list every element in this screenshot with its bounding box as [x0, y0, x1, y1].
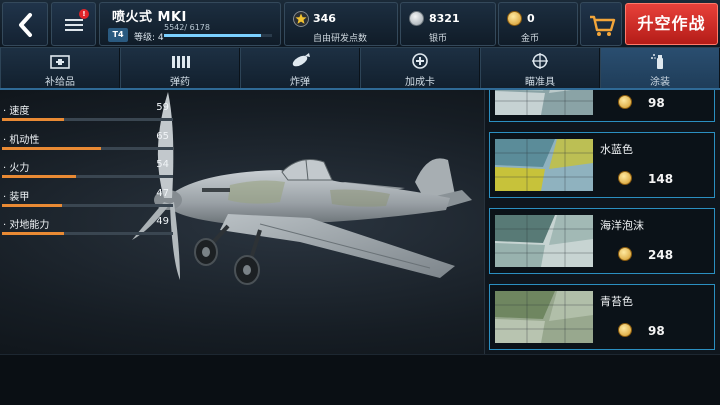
gold-panel: 0 金币 [498, 2, 578, 46]
skin-item[interactable]: 青苔色 98 [489, 284, 715, 350]
gold-coin-icon [507, 11, 522, 26]
boost-card-icon [412, 53, 428, 69]
skin-swatch [495, 139, 593, 191]
xp-progress-bar [164, 34, 272, 37]
tab-label: 炸弹 [290, 77, 310, 88]
stat-value: 54 [156, 159, 169, 170]
silver-coin-icon [409, 11, 424, 26]
stat-armor: · 装甲 47 [0, 184, 175, 213]
hangar-view: · 速度 59 · 机动性 65 · 火力 54 · 装甲 47 · 对地能力 … [0, 90, 720, 354]
tab-label: 补给品 [45, 77, 75, 88]
tier-badge: T4 [108, 28, 128, 42]
tab-label: 加成卡 [405, 77, 435, 88]
silver-value: 8321 [429, 12, 460, 25]
stat-name: · 对地能力 [3, 220, 50, 231]
tab-label: 涂装 [650, 77, 670, 88]
bottom-bar [0, 354, 720, 405]
skin-item[interactable]: 海洋泡沫 248 [489, 208, 715, 274]
tab-bombs[interactable]: 炸弹 [240, 48, 360, 88]
stat-bar-fill [2, 175, 76, 178]
crosshair-icon [532, 53, 548, 69]
stat-bar-fill [2, 232, 64, 235]
stat-name: · 装甲 [3, 191, 30, 203]
cart-icon [590, 15, 616, 36]
bomb-icon [292, 53, 310, 67]
tab-ammo[interactable]: 弹药 [120, 48, 240, 88]
skin-item[interactable]: 水蓝色 148 [489, 132, 715, 198]
skin-swatch [495, 215, 593, 267]
gold-coin-icon [618, 247, 632, 261]
gold-label: 金币 [521, 34, 540, 44]
skin-item[interactable]: 98 [489, 90, 715, 122]
skin-name: 水蓝色 [600, 143, 633, 156]
equipment-tabs: 补给品 弹药 炸弹 加成卡 瞄准具 涂装 [0, 48, 720, 90]
gold-value: 0 [527, 12, 535, 25]
tab-paint[interactable]: 涂装 [600, 48, 720, 88]
gold-coin-icon [618, 323, 632, 337]
stat-ground-attack: · 对地能力 49 [0, 212, 175, 241]
tab-sights[interactable]: 瞄准具 [480, 48, 600, 88]
research-points-label: 自由研发点数 [313, 34, 368, 44]
stat-value: 65 [156, 130, 169, 142]
research-points-value: 346 [313, 12, 336, 25]
skin-price: 248 [648, 248, 674, 262]
stat-bar [2, 232, 173, 235]
stat-bar-fill [2, 146, 102, 150]
stat-speed: · 速度 59 [0, 98, 175, 127]
skin-price: 98 [648, 324, 665, 338]
plane-info-panel: 喷火式 MKI T4 等级: 4 5542/ 6178 [99, 2, 281, 46]
menu-button[interactable]: ! [51, 2, 96, 46]
paint-spray-icon [651, 54, 663, 69]
launch-battle-button[interactable]: 升空作战 [625, 3, 718, 45]
silver-panel: 8321 银币 [400, 2, 496, 46]
tab-label: 瞄准具 [525, 77, 555, 88]
stat-firepower: · 火力 54 [0, 155, 175, 184]
stat-bar [2, 146, 173, 150]
stat-name: · 火力 [3, 163, 30, 174]
stat-name: · 速度 [3, 106, 30, 117]
skin-price: 98 [648, 96, 665, 110]
plane-stats-panel: · 速度 59 · 机动性 65 · 火力 54 · 装甲 47 · 对地能力 … [0, 98, 175, 241]
skin-name: 青苔色 [600, 295, 633, 308]
stat-name: · 机动性 [3, 134, 40, 146]
supply-crate-icon [50, 55, 70, 69]
ammo-icon [172, 56, 190, 68]
stat-bar [2, 175, 173, 178]
stat-value: 47 [156, 187, 169, 199]
tab-supplies[interactable]: 补给品 [0, 48, 120, 88]
skin-name: 海洋泡沫 [600, 219, 644, 232]
shop-cart-button[interactable] [580, 2, 622, 46]
stat-maneuverability: · 机动性 65 [0, 127, 175, 156]
stat-bar [2, 118, 173, 121]
stat-value: 59 [156, 102, 169, 113]
stat-bar-fill [2, 118, 64, 121]
tab-label: 弹药 [170, 77, 190, 88]
star-icon [293, 11, 309, 27]
gold-coin-icon [618, 95, 632, 109]
stat-bar [2, 203, 173, 207]
paint-skin-list[interactable]: 98 水蓝色 148 海洋泡沫 248 青苔色 98 [484, 90, 720, 354]
menu-icon [65, 19, 83, 31]
skin-swatch [495, 291, 593, 343]
level-label: 等级: 4 [134, 33, 164, 43]
back-button[interactable] [2, 2, 48, 46]
research-points-panel: 346 自由研发点数 [284, 2, 398, 46]
xp-text: 5542/ 6178 [164, 23, 210, 32]
stat-value: 49 [156, 216, 169, 227]
tab-boost-cards[interactable]: 加成卡 [360, 48, 480, 88]
chevron-left-icon [19, 13, 32, 37]
gold-coin-icon [618, 171, 632, 185]
top-bar: ! 喷火式 MKI T4 等级: 4 5542/ 6178 346 自由研发点数… [0, 0, 720, 48]
notification-badge: ! [79, 9, 89, 19]
xp-progress-fill [164, 34, 261, 37]
skin-price: 148 [648, 172, 674, 186]
stat-bar-fill [2, 203, 62, 207]
silver-label: 银币 [429, 34, 448, 44]
skin-swatch [495, 90, 593, 115]
